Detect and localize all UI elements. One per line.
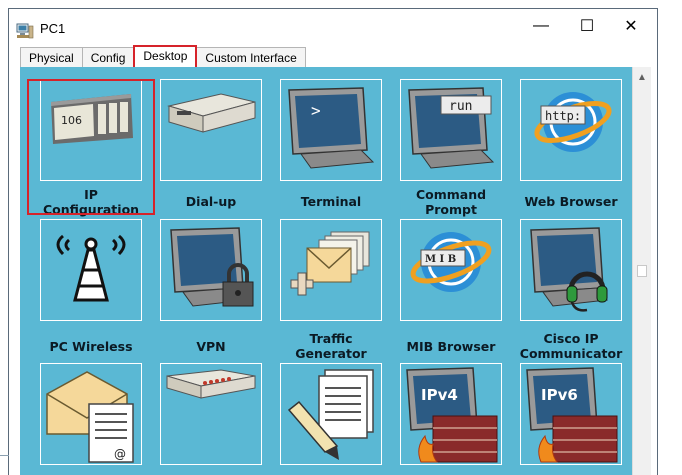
- ipv6-firewall-icon[interactable]: IPv6: [520, 363, 622, 465]
- window-title: PC1: [40, 21, 66, 36]
- run-box-text: run: [449, 99, 472, 114]
- terminal-icon[interactable]: >: [280, 79, 382, 181]
- maximize-button[interactable]: ☐: [564, 9, 610, 43]
- mib-box-text: M I B: [425, 254, 456, 265]
- headset-icon[interactable]: [520, 219, 622, 321]
- label-cisco-ip-communicator-line1: Cisco IP: [543, 331, 599, 346]
- pc-icon: [16, 23, 34, 39]
- command-prompt-icon[interactable]: run: [400, 79, 502, 181]
- text-editor-icon[interactable]: [280, 363, 382, 465]
- tab-physical[interactable]: Physical: [20, 47, 83, 69]
- scroll-up-icon[interactable]: ▲: [633, 69, 651, 85]
- http-box-text: http:: [545, 109, 581, 123]
- label-traffic-generator[interactable]: Traffic Generator: [271, 331, 391, 361]
- ipv4-firewall-icon[interactable]: IPv4: [400, 363, 502, 465]
- label-command-prompt-line1: Command: [415, 187, 487, 202]
- label-terminal[interactable]: Terminal: [271, 194, 391, 209]
- label-cisco-ip-communicator-line2: Communicator: [519, 346, 623, 361]
- minimize-button[interactable]: —: [518, 9, 564, 43]
- pppoe-dialer-icon[interactable]: [160, 363, 262, 465]
- terminal-prompt-text: >: [311, 101, 321, 120]
- label-dial-up[interactable]: Dial-up: [151, 194, 271, 209]
- ipv4-label-text: IPv4: [421, 386, 458, 404]
- email-icon[interactable]: @: [40, 363, 142, 465]
- ipv6-label-text: IPv6: [541, 386, 578, 404]
- tab-desktop[interactable]: Desktop: [133, 45, 198, 69]
- wireless-tower-icon[interactable]: [40, 219, 142, 321]
- label-mib-browser[interactable]: MIB Browser: [391, 339, 511, 354]
- background-divider: [0, 455, 9, 456]
- label-vpn[interactable]: VPN: [151, 339, 271, 354]
- traffic-generator-icon[interactable]: [280, 219, 382, 321]
- mib-browser-icon[interactable]: M I B: [400, 219, 502, 321]
- label-command-prompt[interactable]: Command Prompt: [391, 187, 511, 217]
- scroll-thumb[interactable]: [637, 265, 647, 277]
- label-traffic-generator-line1: Traffic: [309, 331, 353, 346]
- label-pc-wireless[interactable]: PC Wireless: [31, 339, 151, 354]
- label-web-browser[interactable]: Web Browser: [511, 194, 631, 209]
- modem-icon[interactable]: [160, 79, 262, 181]
- vertical-scrollbar[interactable]: ▲: [632, 67, 651, 475]
- label-command-prompt-line2: Prompt: [425, 202, 477, 217]
- label-traffic-generator-line2: Generator: [295, 346, 367, 361]
- label-cisco-ip-communicator[interactable]: Cisco IP Communicator: [511, 331, 631, 361]
- vpn-lock-icon[interactable]: [160, 219, 262, 321]
- tab-bar: Physical Config Desktop Custom Interface: [20, 45, 306, 69]
- tab-custom-interface[interactable]: Custom Interface: [196, 47, 306, 69]
- tab-config[interactable]: Config: [81, 47, 135, 69]
- at-sign-text: @: [114, 447, 126, 461]
- web-browser-icon[interactable]: http:: [520, 79, 622, 181]
- selection-highlight: [27, 79, 155, 215]
- close-button[interactable]: ✕: [608, 9, 654, 43]
